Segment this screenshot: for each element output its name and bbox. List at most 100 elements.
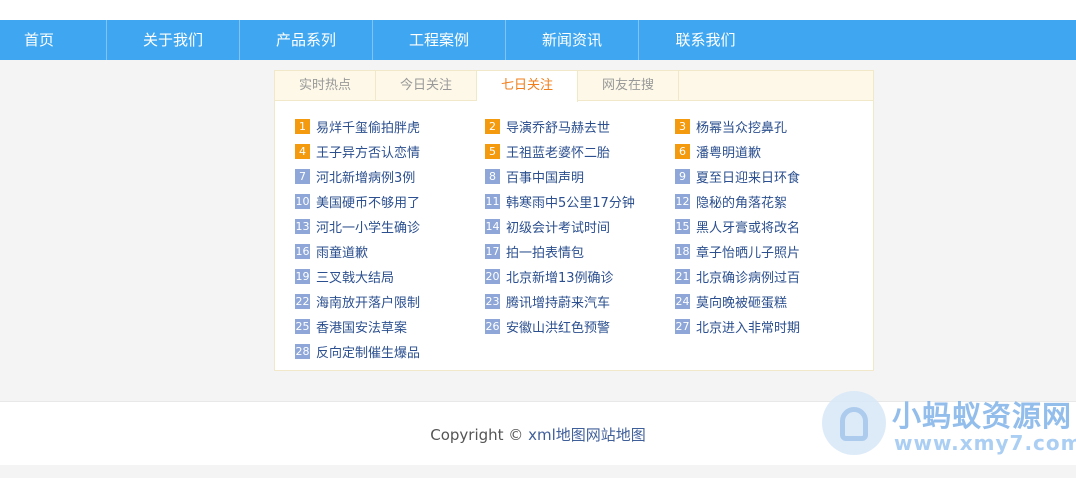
nav-item-home[interactable]: 首页 bbox=[0, 20, 107, 60]
rank-badge: 15 bbox=[675, 218, 690, 234]
rank-badge: 1 bbox=[295, 118, 310, 134]
hot-list-item[interactable]: 4 王子异方否认恋情 bbox=[295, 142, 420, 161]
hot-list-item-text[interactable]: 拍一拍表情包 bbox=[506, 242, 584, 261]
hot-list-item-text[interactable]: 潘粤明道歉 bbox=[696, 142, 761, 161]
hot-list-item[interactable]: 23 腾讯增持蔚来汽车 bbox=[485, 292, 610, 311]
hot-list-item-text[interactable]: 莫向晚被砸蛋糕 bbox=[696, 292, 787, 311]
hot-list-item[interactable]: 22 海南放开落户限制 bbox=[295, 292, 420, 311]
hot-list-item-text[interactable]: 百事中国声明 bbox=[506, 167, 584, 186]
rank-badge: 14 bbox=[485, 218, 500, 234]
hot-list-item[interactable]: 15 黑人牙膏或将改名 bbox=[675, 217, 800, 236]
hot-list-item-text[interactable]: 安徽山洪红色预警 bbox=[506, 317, 610, 336]
hot-list-item-text[interactable]: 王祖蓝老婆怀二胎 bbox=[506, 142, 610, 161]
rank-badge: 22 bbox=[295, 293, 310, 309]
hot-list-item-text[interactable]: 王子异方否认恋情 bbox=[316, 142, 420, 161]
tab-realtime[interactable]: 实时热点 bbox=[275, 71, 376, 101]
hot-list-item-text[interactable]: 黑人牙膏或将改名 bbox=[696, 217, 800, 236]
hot-list-item[interactable]: 2 导演乔舒马赫去世 bbox=[485, 117, 610, 136]
rank-badge: 23 bbox=[485, 293, 500, 309]
hot-list-item-text[interactable]: 夏至日迎来日环食 bbox=[696, 167, 800, 186]
rank-badge: 8 bbox=[485, 168, 500, 184]
nav-item-contact[interactable]: 联系我们 bbox=[639, 20, 772, 60]
hot-list-item[interactable]: 5 王祖蓝老婆怀二胎 bbox=[485, 142, 610, 161]
nav-item-about[interactable]: 关于我们 bbox=[107, 20, 240, 60]
hot-list-item-text[interactable]: 河北新增病例3例 bbox=[316, 167, 415, 186]
rank-badge: 6 bbox=[675, 143, 690, 159]
hot-list-item[interactable]: 20 北京新增13例确诊 bbox=[485, 267, 614, 286]
watermark: 小蚂蚁资源网 www.xmy7.com bbox=[822, 391, 1076, 471]
hot-search-panel: 实时热点 今日关注 七日关注 网友在搜 1 易烊千玺偷拍胖虎 2 导演乔舒马赫去世 3 杨… bbox=[274, 70, 874, 371]
watermark-url: www.xmy7.com bbox=[894, 431, 1076, 455]
rank-badge: 3 bbox=[675, 118, 690, 134]
hot-list-item-text[interactable]: 章子怡晒儿子照片 bbox=[696, 242, 800, 261]
hot-list-item-text[interactable]: 导演乔舒马赫去世 bbox=[506, 117, 610, 136]
rank-badge: 27 bbox=[675, 318, 690, 334]
hot-list-item[interactable]: 21 北京确诊病例过百 bbox=[675, 267, 800, 286]
xml-sitemap-link[interactable]: xml地图 bbox=[528, 426, 586, 444]
hot-list-item[interactable]: 13 河北一小学生确诊 bbox=[295, 217, 420, 236]
hot-list-item[interactable]: 14 初级会计考试时间 bbox=[485, 217, 610, 236]
hot-list-item-text[interactable]: 海南放开落户限制 bbox=[316, 292, 420, 311]
copyright-text: Copyright © bbox=[430, 426, 529, 444]
hot-list-item[interactable]: 10 美国硬币不够用了 bbox=[295, 192, 420, 211]
rank-badge: 9 bbox=[675, 168, 690, 184]
hot-list-item-text[interactable]: 三叉戟大结局 bbox=[316, 267, 394, 286]
rank-badge: 12 bbox=[675, 193, 690, 209]
top-spacer bbox=[0, 0, 1076, 20]
hot-list-item[interactable]: 27 北京进入非常时期 bbox=[675, 317, 800, 336]
nav-item-cases[interactable]: 工程案例 bbox=[373, 20, 506, 60]
hot-list-item-text[interactable]: 香港国安法草案 bbox=[316, 317, 407, 336]
tab-today[interactable]: 今日关注 bbox=[376, 71, 477, 101]
hot-list-item-text[interactable]: 北京进入非常时期 bbox=[696, 317, 800, 336]
hot-list-item-text[interactable]: 北京新增13例确诊 bbox=[506, 267, 614, 286]
nav-item-products[interactable]: 产品系列 bbox=[240, 20, 373, 60]
rank-badge: 19 bbox=[295, 268, 310, 284]
sitemap-link[interactable]: 网站地图 bbox=[586, 426, 646, 444]
hot-list-item-text[interactable]: 北京确诊病例过百 bbox=[696, 267, 800, 286]
rank-badge: 17 bbox=[485, 243, 500, 259]
hot-list-item-text[interactable]: 初级会计考试时间 bbox=[506, 217, 610, 236]
rank-badge: 7 bbox=[295, 168, 310, 184]
hot-list-item-text[interactable]: 易烊千玺偷拍胖虎 bbox=[316, 117, 420, 136]
hot-list-item[interactable]: 8 百事中国声明 bbox=[485, 167, 584, 186]
hot-list-item-text[interactable]: 韩寒雨中5公里17分钟 bbox=[506, 192, 635, 211]
hot-list-item[interactable]: 9 夏至日迎来日环食 bbox=[675, 167, 800, 186]
hot-list-item-text[interactable]: 雨童道歉 bbox=[316, 242, 368, 261]
rank-badge: 18 bbox=[675, 243, 690, 259]
hot-list-item-text[interactable]: 隐秘的角落花絮 bbox=[696, 192, 787, 211]
hot-list-item[interactable]: 12 隐秘的角落花絮 bbox=[675, 192, 787, 211]
tab-seven-days[interactable]: 七日关注 bbox=[477, 71, 578, 102]
hot-list-item[interactable]: 17 拍一拍表情包 bbox=[485, 242, 584, 261]
watermark-title: 小蚂蚁资源网 bbox=[892, 399, 1073, 433]
rank-badge: 13 bbox=[295, 218, 310, 234]
hot-list-item[interactable]: 1 易烊千玺偷拍胖虎 bbox=[295, 117, 420, 136]
hot-list-item-text[interactable]: 腾讯增持蔚来汽车 bbox=[506, 292, 610, 311]
hot-list-item[interactable]: 16 雨童道歉 bbox=[295, 242, 368, 261]
hot-list-item-text[interactable]: 杨幂当众挖鼻孔 bbox=[696, 117, 787, 136]
rank-badge: 11 bbox=[485, 193, 500, 209]
rank-badge: 21 bbox=[675, 268, 690, 284]
hot-list-item-text[interactable]: 反向定制催生爆品 bbox=[316, 342, 420, 361]
rank-badge: 25 bbox=[295, 318, 310, 334]
hot-list-item-text[interactable]: 河北一小学生确诊 bbox=[316, 217, 420, 236]
rank-badge: 26 bbox=[485, 318, 500, 334]
rank-badge: 28 bbox=[295, 343, 310, 359]
main-nav: 首页 关于我们 产品系列 工程案例 新闻资讯 联系我们 bbox=[0, 20, 1076, 60]
hot-list-item[interactable]: 3 杨幂当众挖鼻孔 bbox=[675, 117, 787, 136]
hot-list-item[interactable]: 7 河北新增病例3例 bbox=[295, 167, 415, 186]
rank-badge: 2 bbox=[485, 118, 500, 134]
tab-user-search[interactable]: 网友在搜 bbox=[578, 71, 679, 101]
hot-list-item[interactable]: 19 三叉戟大结局 bbox=[295, 267, 394, 286]
hot-list-item[interactable]: 28 反向定制催生爆品 bbox=[295, 342, 420, 361]
rank-badge: 5 bbox=[485, 143, 500, 159]
hot-list-item-text[interactable]: 美国硬币不够用了 bbox=[316, 192, 420, 211]
hot-list-item[interactable]: 26 安徽山洪红色预警 bbox=[485, 317, 610, 336]
hot-list-item[interactable]: 6 潘粤明道歉 bbox=[675, 142, 761, 161]
nav-item-news[interactable]: 新闻资讯 bbox=[506, 20, 639, 60]
ant-logo-icon bbox=[822, 391, 886, 455]
rank-badge: 20 bbox=[485, 268, 500, 284]
hot-list-item[interactable]: 25 香港国安法草案 bbox=[295, 317, 407, 336]
hot-list-item[interactable]: 11 韩寒雨中5公里17分钟 bbox=[485, 192, 635, 211]
hot-list-item[interactable]: 18 章子怡晒儿子照片 bbox=[675, 242, 800, 261]
hot-list-item[interactable]: 24 莫向晚被砸蛋糕 bbox=[675, 292, 787, 311]
